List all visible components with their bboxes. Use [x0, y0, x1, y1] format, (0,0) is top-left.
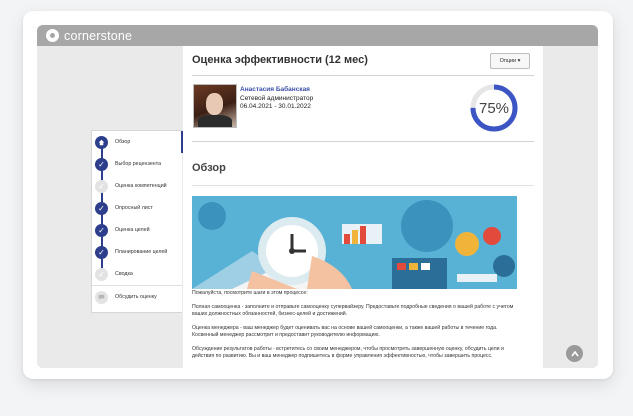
page-title: Оценка эффективности (12 мес)	[192, 54, 368, 66]
step-label: Выбор рецензента	[115, 161, 162, 167]
overview-banner-illustration	[192, 196, 517, 289]
scroll-to-top-button[interactable]	[566, 345, 583, 362]
options-button[interactable]: Опции ▾	[490, 53, 530, 69]
right-pane	[543, 46, 598, 368]
overview-paragraph-1: Полная самооценка - заполните и отправьт…	[192, 304, 514, 317]
check-icon: ✓	[95, 245, 108, 259]
overview-intro: Пожалуйста, посмотрите шаги в этом проце…	[192, 290, 308, 296]
divider	[192, 141, 534, 142]
step-summary[interactable]: ✓ Сводка	[92, 263, 182, 285]
step-overview[interactable]: Обзор	[92, 131, 183, 153]
overview-paragraph-3: Обсуждение результатов работы - встретит…	[192, 346, 504, 359]
step-goal-planning[interactable]: ✓ Планирование целей	[92, 241, 182, 263]
check-icon: ✓	[95, 223, 108, 237]
check-icon: ✓	[95, 267, 108, 281]
brand-name[interactable]: cornerstone	[64, 29, 132, 43]
divider	[192, 75, 534, 76]
employee-role: Сетевой администратор	[240, 95, 314, 102]
app-window: cornerstone Обзор ✓ Выбор рецензента ✓ О…	[37, 25, 598, 368]
step-label: Обсудить оценку	[115, 294, 157, 300]
step-label: Планирование целей	[115, 249, 168, 255]
check-icon: ✓	[95, 157, 108, 171]
top-bar: cornerstone	[37, 25, 598, 46]
step-competency-review[interactable]: ✓ Оценка компетенций	[92, 175, 182, 197]
check-icon: ✓	[95, 179, 108, 193]
step-goal-review[interactable]: ✓ Оценка целей	[92, 219, 182, 241]
overview-paragraph-2: Оценка менеджера - ваш менеджер будет оц…	[192, 325, 498, 338]
overview-heading: Обзор	[192, 162, 226, 174]
step-label: Сводка	[115, 271, 133, 277]
left-pane: Обзор ✓ Выбор рецензента ✓ Оценка компет…	[37, 46, 183, 368]
main-content: Оценка эффективности (12 мес) Опции ▾ Ан…	[183, 46, 543, 368]
cornerstone-logo-icon[interactable]	[46, 29, 59, 42]
progress-percent: 75%	[478, 99, 510, 117]
employee-avatar	[193, 84, 237, 128]
check-icon: ✓	[95, 201, 108, 215]
review-period: 06.04.2021 - 30.01.2022	[240, 103, 311, 110]
comment-icon	[95, 290, 108, 304]
process-steps: Обзор ✓ Выбор рецензента ✓ Оценка компет…	[91, 130, 183, 313]
chevron-up-icon	[570, 350, 579, 356]
step-label: Опросный лист	[115, 205, 153, 211]
step-label: Оценка компетенций	[115, 183, 167, 189]
step-label: Оценка целей	[115, 227, 150, 233]
step-label: Обзор	[115, 139, 131, 145]
step-questionnaire[interactable]: ✓ Опросный лист	[92, 197, 182, 219]
step-select-reviewer[interactable]: ✓ Выбор рецензента	[92, 153, 182, 175]
home-icon	[95, 135, 108, 149]
employee-name[interactable]: Анастасия Бабанская	[240, 86, 310, 93]
step-discuss-review[interactable]: Обсудить оценку	[92, 285, 182, 308]
divider	[192, 185, 534, 186]
